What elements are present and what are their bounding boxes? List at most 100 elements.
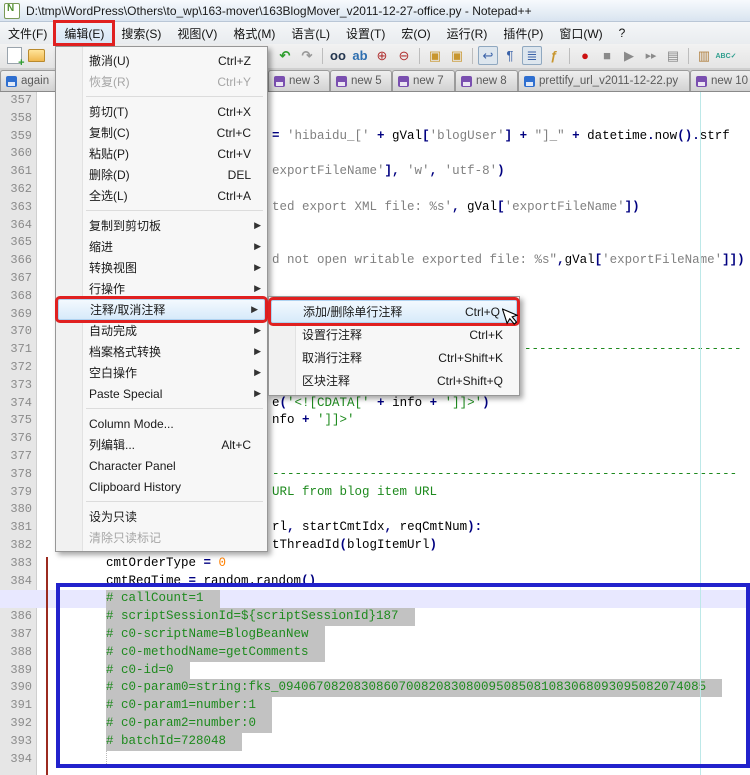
blue-annotation-box xyxy=(56,583,750,768)
menu-item-label: Column Mode... xyxy=(89,417,251,431)
edit-menu-item[interactable]: Column Mode... xyxy=(56,413,267,434)
code-line-383[interactable]: cmtOrderType = 0 xyxy=(0,555,750,573)
spell-check-icon[interactable]: ABC✓ xyxy=(716,46,736,65)
edit-menu-item[interactable]: 空白操作▶ xyxy=(56,362,267,383)
code-text: ----------------------------- xyxy=(524,341,742,359)
menubar-item[interactable]: 插件(P) xyxy=(495,22,551,44)
edit-menu-item[interactable]: 转换视图▶ xyxy=(56,257,267,278)
menu-item-label: 档案格式转换 xyxy=(89,343,251,360)
macro-stop-icon[interactable]: ■ xyxy=(597,46,617,65)
menubar-item[interactable]: 宏(O) xyxy=(393,22,438,44)
edit-menu-item[interactable]: 设为只读 xyxy=(56,506,267,527)
zoom-in-icon[interactable]: ⊕ xyxy=(372,46,392,65)
open-file-icon-glyph xyxy=(28,49,45,62)
tab-new-8[interactable]: new 8 xyxy=(455,70,518,91)
menu-item-label: 设置行注释 xyxy=(302,326,451,343)
menubar-item[interactable]: 设置(T) xyxy=(338,22,393,44)
tab-new-10[interactable]: new 10 xyxy=(690,70,750,91)
word-wrap-icon[interactable]: ↩ xyxy=(478,46,498,65)
sync-vertical-icon[interactable]: ▣ xyxy=(425,46,445,65)
edit-menu-item[interactable]: 清除只读标记 xyxy=(56,527,267,548)
menu-item-label: 注释/取消注释 xyxy=(90,301,248,318)
comment-submenu-item[interactable]: 区块注释Ctrl+Shift+Q xyxy=(269,369,519,392)
menu-item-label: 复制到剪切板 xyxy=(89,217,251,234)
code-text: rl, startCmtIdx, reqCmtNum): xyxy=(272,519,482,537)
macro-play-icon[interactable]: ▶ xyxy=(619,46,639,65)
tab-again[interactable]: again xyxy=(0,70,57,91)
menu-item-label: 粘贴(P) xyxy=(89,145,199,162)
notepad-plus-plus-window: D:\tmp\WordPress\Others\to_wp\163-mover\… xyxy=(0,0,750,775)
toolbar-separator xyxy=(569,48,570,64)
macro-record-icon[interactable]: ● xyxy=(575,46,595,65)
new-file-icon[interactable] xyxy=(4,46,24,65)
macro-save-icon[interactable]: ▤ xyxy=(663,46,683,65)
indent-guide-icon[interactable]: ≣ xyxy=(522,46,542,65)
tab-prettify_url_v2011-12-22.py[interactable]: prettify_url_v2011-12-22.py xyxy=(518,70,690,91)
tab-label: new 7 xyxy=(413,75,444,87)
code-text: tThreadId(blogItemUrl) xyxy=(272,537,437,555)
code-text: cmtOrderType = 0 xyxy=(106,555,226,573)
comment-submenu-item[interactable]: 设置行注释Ctrl+K xyxy=(269,323,519,346)
save-state-icon xyxy=(461,76,472,87)
tab-new-3[interactable]: new 3 xyxy=(268,70,330,91)
open-file-icon[interactable] xyxy=(26,46,46,65)
menubar-item[interactable]: 视图(V) xyxy=(169,22,225,44)
menubar-item[interactable]: 窗口(W) xyxy=(551,22,610,44)
edit-menu-item[interactable]: 行操作▶ xyxy=(56,278,267,299)
toolbar-separator xyxy=(419,48,420,64)
menubar-item[interactable]: ? xyxy=(611,22,634,44)
title-bar[interactable]: D:\tmp\WordPress\Others\to_wp\163-mover\… xyxy=(0,0,750,22)
comment-submenu-item[interactable]: 取消行注释Ctrl+Shift+K xyxy=(269,346,519,369)
edit-menu-item[interactable]: 档案格式转换▶ xyxy=(56,341,267,362)
edit-menu-item[interactable]: 复制到剪切板▶ xyxy=(56,215,267,236)
menu-item-label: 自动完成 xyxy=(89,322,251,339)
edit-menu-item[interactable]: 粘贴(P)Ctrl+V xyxy=(56,143,267,164)
edit-menu-item[interactable]: 自动完成▶ xyxy=(56,320,267,341)
submenu-arrow-icon: ▶ xyxy=(251,283,261,294)
menubar-item[interactable]: 编辑(E) xyxy=(55,22,113,44)
undo-icon[interactable]: ↶ xyxy=(275,46,295,65)
edit-menu-dropdown: 撤消(U)Ctrl+Z恢复(R)Ctrl+Y 剪切(T)Ctrl+X复制(C)Ct… xyxy=(55,46,268,552)
menu-item-shortcut: Ctrl+Shift+K xyxy=(438,351,503,365)
edit-menu-item[interactable]: 全选(L)Ctrl+A xyxy=(56,185,267,206)
menu-item-label: 缩进 xyxy=(89,238,251,255)
save-state-icon xyxy=(274,76,285,87)
edit-menu-item[interactable]: Paste Special▶ xyxy=(56,383,267,404)
zoom-out-icon[interactable]: ⊖ xyxy=(394,46,414,65)
edit-menu-item[interactable]: 复制(C)Ctrl+C xyxy=(56,122,267,143)
edit-menu-item[interactable]: 删除(D)DEL xyxy=(56,164,267,185)
edit-menu-item[interactable]: 剪切(T)Ctrl+X xyxy=(56,101,267,122)
edit-menu-item[interactable]: 撤消(U)Ctrl+Z xyxy=(56,50,267,71)
find-icon[interactable]: oo xyxy=(328,46,348,65)
edit-menu-item[interactable]: 列编辑...Alt+C xyxy=(56,434,267,455)
sync-horizontal-icon[interactable]: ▣ xyxy=(447,46,467,65)
new-file-icon-glyph xyxy=(7,47,22,64)
menu-separator xyxy=(56,404,267,413)
submenu-arrow-icon: ▶ xyxy=(251,367,261,378)
edit-menu-item[interactable]: Character Panel xyxy=(56,455,267,476)
toolbar-left-group xyxy=(3,46,47,65)
menu-item-label: 撤消(U) xyxy=(89,52,200,69)
toolbar-separator xyxy=(472,48,473,64)
show-all-chars-icon[interactable]: ¶ xyxy=(500,46,520,65)
menubar-item[interactable]: 语言(L) xyxy=(283,22,338,44)
comment-submenu-item[interactable]: 添加/删除单行注释Ctrl+Q xyxy=(271,300,517,323)
edit-menu-item[interactable]: 缩进▶ xyxy=(56,236,267,257)
edit-menu-item[interactable]: 恢复(R)Ctrl+Y xyxy=(56,71,267,92)
tab-new-7[interactable]: new 7 xyxy=(392,70,455,91)
function-completion-icon[interactable]: ƒ xyxy=(544,46,564,65)
menu-item-shortcut: Ctrl+A xyxy=(217,189,251,203)
tab-new-5[interactable]: new 5 xyxy=(330,70,392,91)
menubar-item[interactable]: 格式(M) xyxy=(225,22,283,44)
doc-monitor-icon[interactable]: ▥ xyxy=(694,46,714,65)
edit-menu-item[interactable]: Clipboard History xyxy=(56,476,267,497)
menubar-item[interactable]: 搜索(S) xyxy=(113,22,169,44)
menubar-item[interactable]: 文件(F) xyxy=(0,22,55,44)
edit-menu-item[interactable]: 注释/取消注释▶ xyxy=(58,299,265,320)
replace-icon[interactable]: ab xyxy=(350,46,370,65)
menubar-item[interactable]: 运行(R) xyxy=(439,22,496,44)
redo-icon[interactable]: ↷ xyxy=(297,46,317,65)
save-state-icon xyxy=(696,76,707,87)
window-title: D:\tmp\WordPress\Others\to_wp\163-mover\… xyxy=(26,4,532,18)
macro-run-multiple-icon[interactable]: ▶▶ xyxy=(641,46,661,65)
